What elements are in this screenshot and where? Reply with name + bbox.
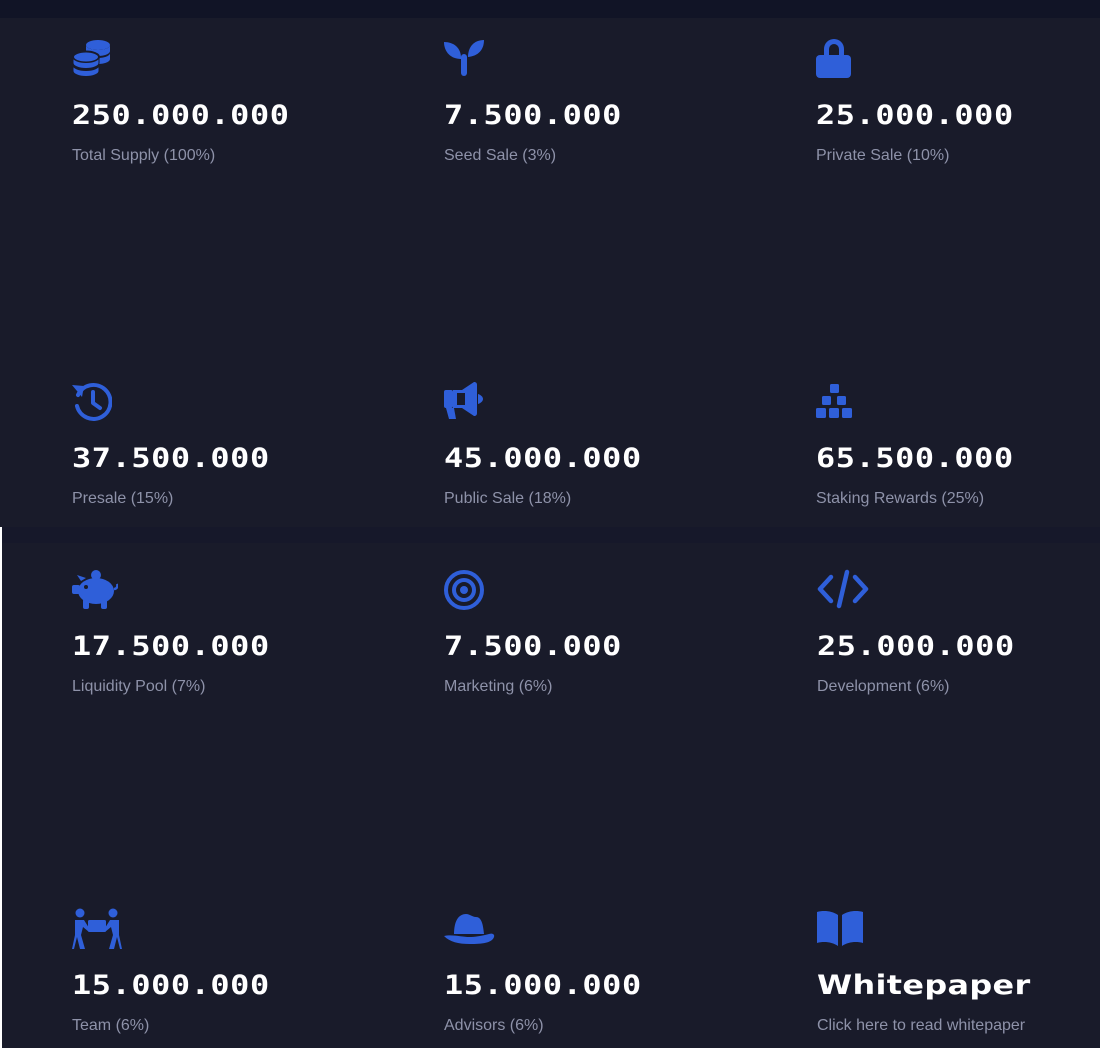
seedling-icon (444, 38, 496, 82)
stat-label: Total Supply (100%) (72, 147, 216, 164)
book-open-icon (817, 908, 869, 952)
stat-label: Presale (15%) (72, 490, 174, 507)
top-strip (0, 0, 1100, 18)
stat-value: 15.000.000 (72, 970, 270, 1001)
stat-label: Seed Sale (3%) (444, 147, 557, 164)
cowboy-hat-icon (444, 908, 496, 952)
stat-label: Development (6%) (817, 678, 950, 695)
stat-value: 45.000.000 (444, 443, 642, 474)
code-icon (817, 569, 869, 613)
stat-value: 65.500.000 (816, 443, 1014, 474)
stat-value: 250.000.000 (72, 100, 290, 131)
stat-value: 15.000.000 (444, 970, 642, 1001)
stat-label: Liquidity Pool (7%) (72, 678, 206, 695)
stat-value: 7.500.000 (444, 100, 622, 131)
whitepaper-link[interactable]: Click here to read whitepaper (817, 1017, 1025, 1035)
stat-label: Advisors (6%) (444, 1017, 544, 1034)
stat-label: Public Sale (18%) (444, 490, 572, 507)
stat-label: Private Sale (10%) (816, 147, 950, 164)
stat-label: Team (6%) (72, 1017, 150, 1034)
piggy-bank-icon (72, 569, 124, 613)
stat-value: 25.000.000 (816, 100, 1014, 131)
history-icon (72, 381, 124, 425)
stat-label: Staking Rewards (25%) (816, 490, 985, 507)
panel-divider (2, 527, 1100, 543)
stat-value: 25.000.000 (817, 631, 1015, 662)
whitepaper-title[interactable]: Whitepaper (817, 970, 1031, 1001)
megaphone-icon (444, 381, 496, 425)
bullseye-icon (444, 569, 496, 613)
stat-value: 17.500.000 (72, 631, 270, 662)
stat-label: Marketing (6%) (444, 678, 553, 695)
coins-stack-icon (72, 38, 124, 82)
people-carry-icon (72, 908, 124, 952)
lock-icon (816, 38, 868, 82)
cubes-stacked-icon (816, 381, 868, 425)
stat-value: 7.500.000 (444, 631, 622, 662)
stat-value: 37.500.000 (72, 443, 270, 474)
